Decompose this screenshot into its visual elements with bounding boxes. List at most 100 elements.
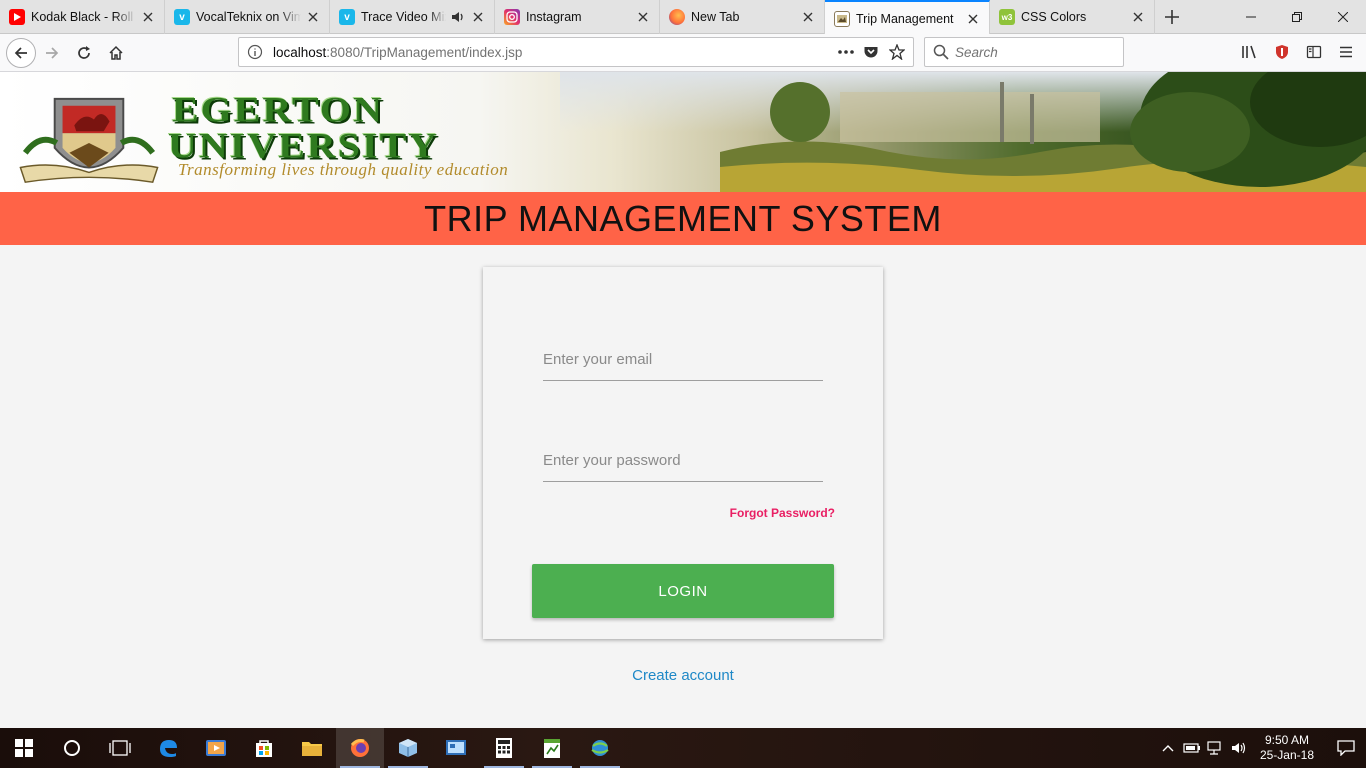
firefox-icon	[350, 739, 369, 757]
tab-new-tab[interactable]: New Tab	[660, 0, 825, 34]
taskbar-network-app[interactable]	[576, 728, 624, 768]
clock-time: 9:50 AM	[1264, 733, 1309, 747]
navigation-toolbar: localhost:8080/TripManagement/index.jsp …	[0, 34, 1366, 72]
action-center-button[interactable]	[1326, 728, 1366, 768]
menu-button[interactable]	[1330, 36, 1362, 68]
library-button[interactable]	[1234, 36, 1266, 68]
close-tab-icon[interactable]	[1130, 9, 1146, 25]
close-tab-icon[interactable]	[965, 11, 981, 27]
clock-date: 25-Jan-18	[1259, 748, 1314, 762]
window-controls	[1228, 0, 1366, 34]
taskbar-edge[interactable]	[144, 728, 192, 768]
speaker-icon[interactable]	[450, 9, 466, 25]
taskbar-notepad-chart[interactable]	[528, 728, 576, 768]
volume-icon	[1231, 742, 1246, 754]
network-icon	[1207, 741, 1221, 755]
edge-icon	[160, 740, 177, 757]
tab-trace-video-mix[interactable]: v Trace Video Mix	[330, 0, 495, 34]
password-field[interactable]	[543, 440, 823, 482]
tab-css-colors[interactable]: w3 CSS Colors	[990, 0, 1155, 34]
minimize-button[interactable]	[1228, 0, 1274, 34]
tab-title: Trace Video Mix	[361, 10, 446, 24]
home-icon	[109, 45, 123, 60]
battery-tray-button[interactable]	[1180, 728, 1204, 768]
page-actions-icon[interactable]	[837, 44, 855, 60]
task-view-button[interactable]	[96, 728, 144, 768]
close-tab-icon[interactable]	[305, 9, 321, 25]
search-icon	[933, 44, 949, 60]
close-tab-icon[interactable]	[140, 9, 156, 25]
start-button[interactable]	[0, 728, 48, 768]
task-view-icon	[109, 740, 131, 756]
taskbar-media-player[interactable]	[192, 728, 240, 768]
tab-instagram[interactable]: Instagram	[495, 0, 660, 34]
tab-title: Trip Management	[856, 11, 954, 26]
tab-kodak-black[interactable]: Kodak Black - Roll In	[0, 0, 165, 34]
media-player-icon	[206, 740, 226, 756]
login-button[interactable]: LOGIN	[532, 564, 834, 618]
create-account-row: Create account	[0, 667, 1366, 684]
campus-photo	[720, 72, 1366, 192]
sidebar-button[interactable]	[1298, 36, 1330, 68]
toolbar-right	[1234, 37, 1366, 67]
network-tray-button[interactable]	[1204, 728, 1228, 768]
show-hidden-icons-button[interactable]	[1156, 728, 1180, 768]
tab-vocalteknix[interactable]: v VocalTeknix on Vimeo	[165, 0, 330, 34]
system-tray: 9:50 AM 25-Jan-18	[1156, 728, 1366, 768]
search-bar[interactable]: Search	[924, 37, 1124, 67]
reload-icon	[78, 45, 90, 59]
battery-icon	[1183, 743, 1200, 753]
tab-title: Instagram	[526, 10, 582, 24]
url-path: :8080/TripManagement/index.jsp	[326, 44, 523, 60]
pocket-icon[interactable]	[863, 44, 879, 60]
bookmark-star-icon[interactable]	[889, 44, 905, 60]
info-icon[interactable]	[247, 44, 263, 60]
taskbar-calculator[interactable]	[480, 728, 528, 768]
vimeo-icon: v	[339, 9, 355, 25]
forgot-password-link[interactable]: Forgot Password?	[730, 506, 835, 520]
taskbar-file-explorer[interactable]	[288, 728, 336, 768]
shield-icon	[1276, 45, 1288, 59]
taskbar-virtualbox[interactable]	[384, 728, 432, 768]
windows-logo-icon	[15, 739, 33, 757]
create-account-link[interactable]: Create account	[632, 667, 734, 684]
restore-button[interactable]	[1274, 0, 1320, 34]
close-tab-icon[interactable]	[635, 9, 651, 25]
title-band: TRIP MANAGEMENT SYSTEM	[0, 192, 1366, 245]
plus-icon	[1165, 9, 1179, 24]
globe-network-icon	[591, 740, 609, 756]
hamburger-icon	[1340, 46, 1352, 58]
forward-button[interactable]	[36, 37, 68, 69]
vimeo-icon: v	[174, 9, 190, 25]
url-bar[interactable]: localhost:8080/TripManagement/index.jsp	[238, 37, 914, 67]
volume-tray-button[interactable]	[1228, 728, 1252, 768]
browser-tab-strip: Kodak Black - Roll In v VocalTeknix on V…	[0, 0, 1366, 35]
university-motto: Transforming lives through quality educa…	[178, 160, 509, 179]
tab-title: Kodak Black - Roll In	[31, 10, 136, 24]
university-crest-logo	[19, 97, 159, 184]
taskbar-firefox[interactable]	[336, 728, 384, 768]
spreadsheet-app-icon	[544, 739, 560, 758]
taskbar-store[interactable]	[240, 728, 288, 768]
back-button[interactable]	[6, 37, 36, 68]
new-tab-button[interactable]	[1155, 0, 1189, 33]
reload-button[interactable]	[68, 37, 100, 69]
taskbar-control-panel[interactable]	[432, 728, 480, 768]
tab-trip-management[interactable]: Trip Management	[825, 0, 990, 35]
firefox-icon	[669, 9, 685, 25]
taskbar-clock[interactable]: 9:50 AM 25-Jan-18	[1260, 733, 1314, 763]
url-text[interactable]: localhost:8080/TripManagement/index.jsp	[273, 45, 837, 60]
calculator-icon	[496, 738, 512, 758]
close-tab-icon[interactable]	[800, 9, 816, 25]
arrow-right-icon	[46, 46, 59, 59]
w3schools-icon: w3	[999, 9, 1015, 25]
close-window-button[interactable]	[1320, 0, 1366, 34]
search-placeholder: Search	[955, 44, 998, 60]
cortana-circle-icon	[64, 740, 80, 756]
close-tab-icon[interactable]	[470, 9, 486, 25]
extension-shield-button[interactable]	[1266, 36, 1298, 68]
cortana-button[interactable]	[48, 728, 96, 768]
page-title: TRIP MANAGEMENT SYSTEM	[424, 197, 942, 239]
home-button[interactable]	[100, 37, 132, 69]
email-field[interactable]	[543, 339, 823, 381]
